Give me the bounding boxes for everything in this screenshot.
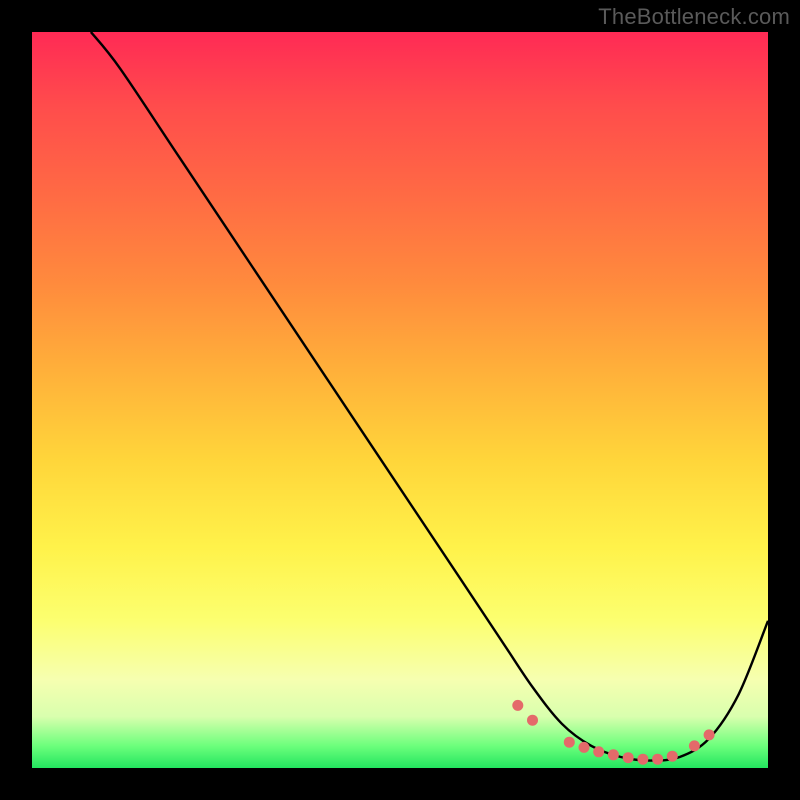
optimal-zone-dot — [637, 754, 648, 765]
plot-area — [32, 32, 768, 768]
optimal-zone-dot — [689, 740, 700, 751]
curve-svg — [32, 32, 768, 768]
optimal-zone-dot — [512, 700, 523, 711]
optimal-zone-dot — [564, 737, 575, 748]
chart-frame: TheBottleneck.com — [0, 0, 800, 800]
optimal-zone-dot — [608, 749, 619, 760]
bottleneck-curve-path — [91, 32, 768, 761]
optimal-zone-dot — [579, 742, 590, 753]
optimal-zone-dot — [652, 754, 663, 765]
optimal-zone-dot — [704, 729, 715, 740]
optimal-zone-dot — [527, 715, 538, 726]
optimal-zone-dot — [667, 751, 678, 762]
optimal-zone-dot — [623, 752, 634, 763]
watermark-text: TheBottleneck.com — [598, 4, 790, 30]
optimal-zone-dot — [593, 746, 604, 757]
